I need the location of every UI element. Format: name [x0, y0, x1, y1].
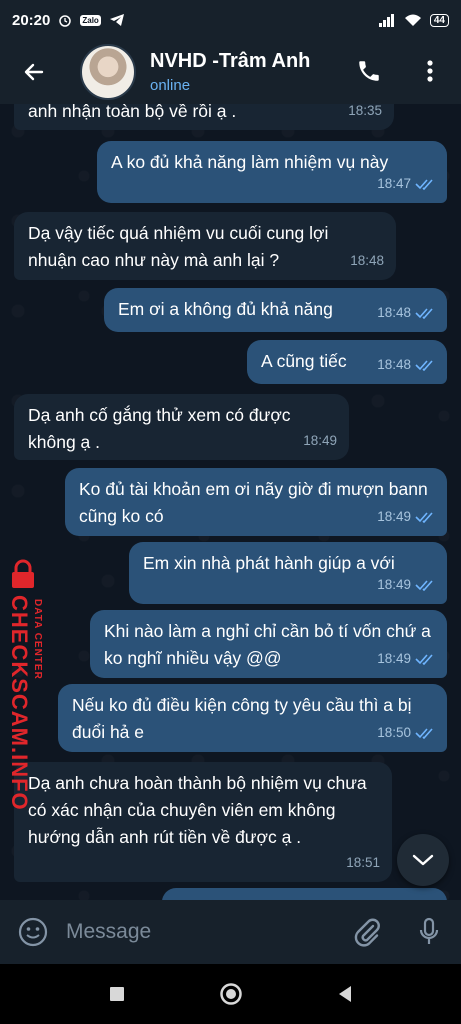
- message-outgoing[interactable]: Em xin nhà phát hành giúp a với 18:49: [129, 542, 447, 604]
- message-incoming[interactable]: Dạ vậy tiếc quá nhiệm vu cuối cung lợi n…: [14, 212, 396, 280]
- battery-icon: 44: [429, 13, 449, 27]
- checkscam-watermark: CHECKSCAM.INFO DATA CENTER: [2, 559, 46, 811]
- message-time: 18:48: [350, 253, 384, 268]
- message-incoming[interactable]: anh nhận toàn bộ về rồi ạ . 18:35: [14, 104, 394, 130]
- emoji-button[interactable]: [16, 915, 50, 949]
- telegram-icon: [109, 14, 124, 26]
- double-check-icon: [415, 178, 433, 190]
- double-check-icon: [415, 727, 433, 739]
- double-check-icon: [415, 359, 433, 371]
- message-text: Dạ anh cố gắng thử xem có được không ạ .: [28, 405, 291, 452]
- system-nav-bar: [0, 964, 461, 1024]
- chat-title-block[interactable]: NVHD -Trâm Anh online: [150, 50, 310, 94]
- message-outgoing[interactable]: Ko đủ tài khoản em ơi nãy giờ đi mượn ba…: [65, 468, 447, 536]
- chevron-down-icon: [412, 854, 434, 866]
- double-check-icon: [415, 511, 433, 523]
- signal-icon: [378, 14, 394, 27]
- watermark-tagline: DATA CENTER: [32, 599, 43, 680]
- paperclip-icon: [354, 918, 380, 947]
- message-outgoing[interactable]: Khi nào làm a nghỉ chỉ cần bỏ tí vốn chứ…: [90, 610, 447, 678]
- message-time: 18:35: [348, 104, 382, 118]
- message-list[interactable]: anh nhận toàn bộ về rồi ạ . 18:35 A ko đ…: [0, 104, 461, 900]
- message-text: Dạ anh chưa hoàn thành bộ nhiệm vụ chưa …: [28, 773, 367, 847]
- chat-header: NVHD -Trâm Anh online: [0, 40, 461, 104]
- message-time: 18:47: [377, 176, 411, 191]
- message-time: 18:49: [377, 651, 411, 666]
- message-text: Dạ vậy tiếc quá nhiệm vu cuối cung lợi n…: [28, 223, 329, 270]
- message-outgoing[interactable]: Em ơi a không đủ khả năng 18:48: [104, 288, 447, 332]
- watermark-brand: CHECKSCAM.INFO: [7, 595, 32, 811]
- alarm-icon: [59, 15, 72, 27]
- status-bar: 20:20 Zalo 44: [0, 0, 461, 40]
- message-time: 18:48: [377, 357, 411, 372]
- call-button[interactable]: [352, 54, 386, 88]
- message-time: 18:49: [303, 433, 337, 448]
- message-outgoing-partial[interactable]: [162, 888, 447, 900]
- message-text: anh nhận toàn bộ về rồi ạ .: [28, 104, 237, 121]
- online-status: online: [150, 77, 191, 94]
- chat-title: NVHD -Trâm Anh: [150, 50, 311, 72]
- nav-back-icon: [338, 986, 351, 1002]
- zalo-icon: Zalo: [80, 14, 101, 26]
- avatar[interactable]: [80, 44, 136, 100]
- nav-home-icon: [219, 983, 242, 1005]
- mic-icon: [419, 917, 439, 944]
- system-back-button[interactable]: [328, 977, 362, 1011]
- composer: [0, 900, 461, 964]
- wifi-icon: [404, 14, 421, 26]
- lock-icon: [12, 559, 34, 588]
- home-button[interactable]: [214, 977, 248, 1011]
- double-check-icon: [415, 653, 433, 665]
- back-button[interactable]: [16, 54, 52, 90]
- message-time: 18:48: [377, 305, 411, 320]
- message-incoming[interactable]: Dạ anh chưa hoàn thành bộ nhiệm vụ chưa …: [14, 762, 392, 882]
- nav-square-icon: [109, 987, 124, 1001]
- message-input[interactable]: [64, 919, 348, 945]
- message-time: 18:50: [377, 725, 411, 740]
- more-options-button[interactable]: [414, 54, 446, 88]
- message-time: 18:49: [377, 509, 411, 524]
- phone-icon: [359, 61, 379, 81]
- recents-button[interactable]: [100, 977, 134, 1011]
- more-vert-icon: [427, 60, 433, 82]
- double-check-icon: [415, 579, 433, 591]
- message-outgoing[interactable]: Nếu ko đủ điều kiện công ty yêu cầu thì …: [58, 684, 447, 752]
- double-check-icon: [415, 307, 433, 319]
- message-incoming[interactable]: Dạ anh cố gắng thử xem có được không ạ .…: [14, 394, 349, 460]
- emoji-icon: [18, 917, 48, 947]
- message-outgoing[interactable]: A ko đủ khả năng làm nhiệm vụ này 18:47: [97, 141, 447, 203]
- back-arrow-icon: [24, 63, 44, 81]
- message-time: 18:49: [377, 577, 411, 592]
- message-time: 18:51: [346, 855, 380, 870]
- attach-button[interactable]: [350, 915, 384, 949]
- scroll-down-button[interactable]: [397, 834, 449, 886]
- mic-button[interactable]: [412, 915, 446, 949]
- status-time: 20:20: [12, 11, 51, 29]
- message-outgoing[interactable]: A cũng tiếc 18:48: [247, 340, 447, 384]
